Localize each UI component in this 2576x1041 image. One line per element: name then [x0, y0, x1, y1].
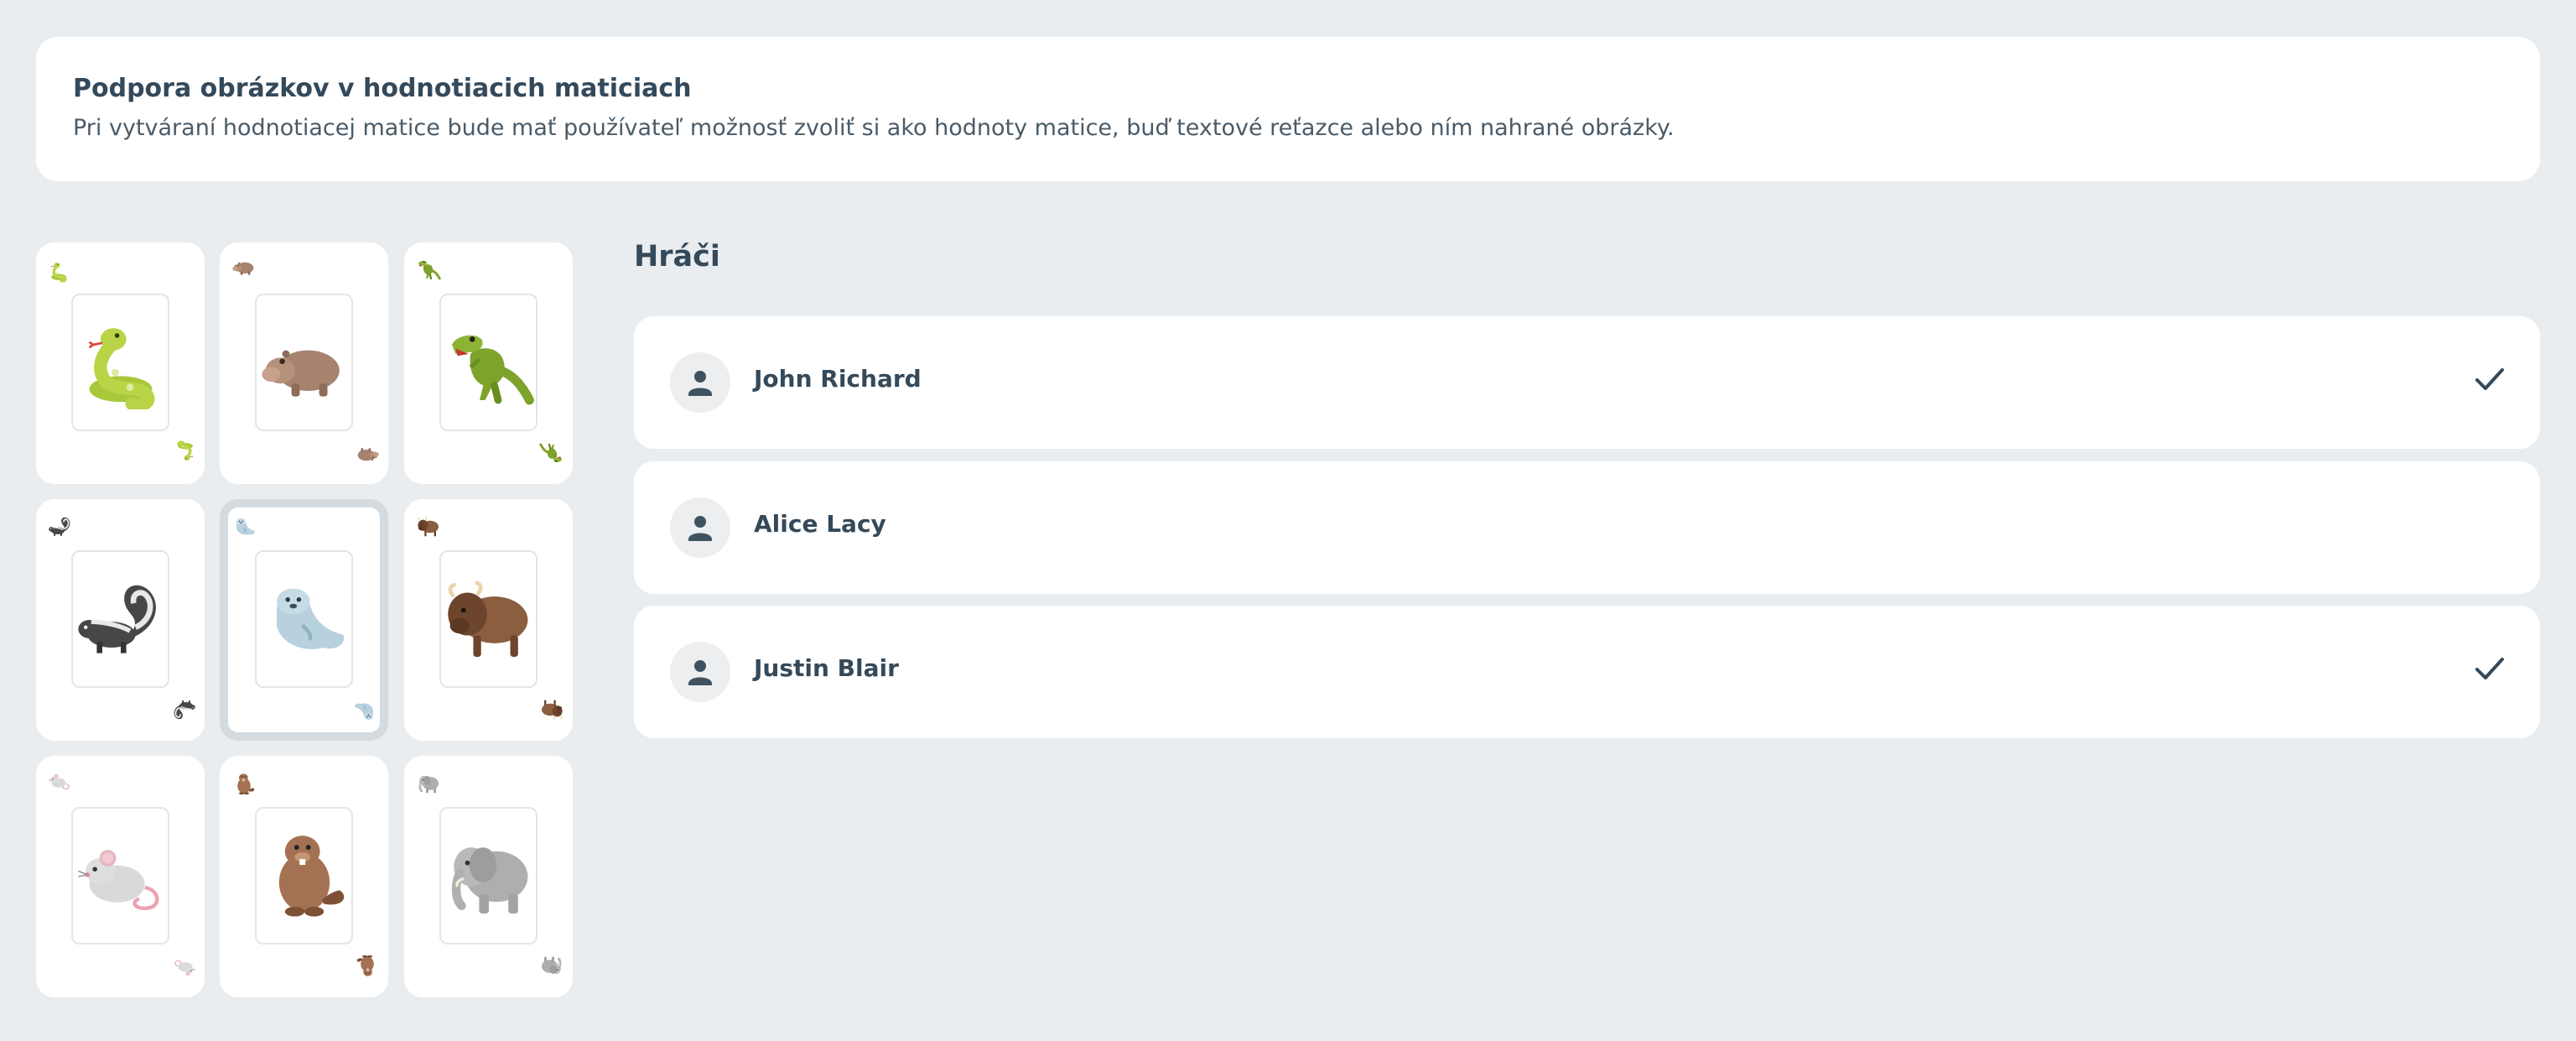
t-rex-icon [443, 317, 535, 409]
seal-icon [354, 702, 374, 721]
card-skunk[interactable] [36, 499, 205, 741]
beaver-icon [237, 773, 255, 795]
banner-title: Podpora obrázkov v hodnotiacich maticiac… [73, 74, 692, 103]
avatar [670, 352, 730, 413]
hippo-icon [232, 262, 254, 275]
player-name: John Richard [754, 365, 922, 393]
bison-icon [541, 699, 564, 721]
skunk-icon [75, 574, 167, 666]
check-icon [2475, 368, 2504, 390]
players-title: Hráči [634, 240, 720, 273]
skunk-icon [48, 516, 71, 537]
card-mouse[interactable] [36, 756, 205, 997]
player-row[interactable]: John Richard [634, 316, 2540, 449]
bison-icon [417, 516, 439, 538]
bison-icon [440, 571, 538, 669]
card-snake[interactable] [36, 242, 205, 484]
skunk-icon [173, 700, 196, 721]
check-icon [2475, 658, 2504, 679]
snake-icon [49, 261, 68, 283]
person-icon [688, 516, 712, 541]
beaver-icon [356, 955, 374, 976]
t-rex-icon [539, 443, 564, 464]
seal-icon [258, 574, 351, 666]
snake-icon [176, 440, 195, 462]
card-hippo[interactable] [220, 242, 388, 484]
t-rex-icon [417, 259, 441, 280]
avatar [670, 642, 730, 702]
card-bison[interactable] [404, 499, 573, 741]
player-name: Justin Blair [754, 654, 899, 682]
card-beaver[interactable] [220, 756, 388, 997]
elephant-icon [540, 955, 563, 976]
mouse-icon [174, 960, 196, 976]
snake-icon [75, 317, 167, 409]
beaver-icon [278, 835, 344, 917]
player-row[interactable]: Alice Lacy [634, 461, 2540, 594]
hippo-icon [357, 448, 379, 461]
hippo-icon [261, 350, 340, 397]
card-elephant[interactable] [404, 756, 573, 997]
player-row[interactable]: Justin Blair [634, 606, 2540, 738]
mouse-icon [75, 830, 167, 923]
mouse-icon [48, 773, 70, 790]
person-icon [688, 371, 712, 396]
banner-description: Pri vytváraní hodnotiacej matice bude ma… [73, 115, 1675, 141]
person-icon [688, 660, 712, 685]
card-t-rex[interactable] [404, 242, 573, 484]
feature-banner: Podpora obrázkov v hodnotiacich maticiac… [36, 37, 2540, 181]
seal-icon [236, 518, 256, 536]
elephant-icon [418, 774, 440, 794]
card-seal[interactable] [220, 499, 388, 741]
player-name: Alice Lacy [754, 510, 886, 538]
elephant-icon [440, 828, 538, 925]
avatar [670, 497, 730, 558]
